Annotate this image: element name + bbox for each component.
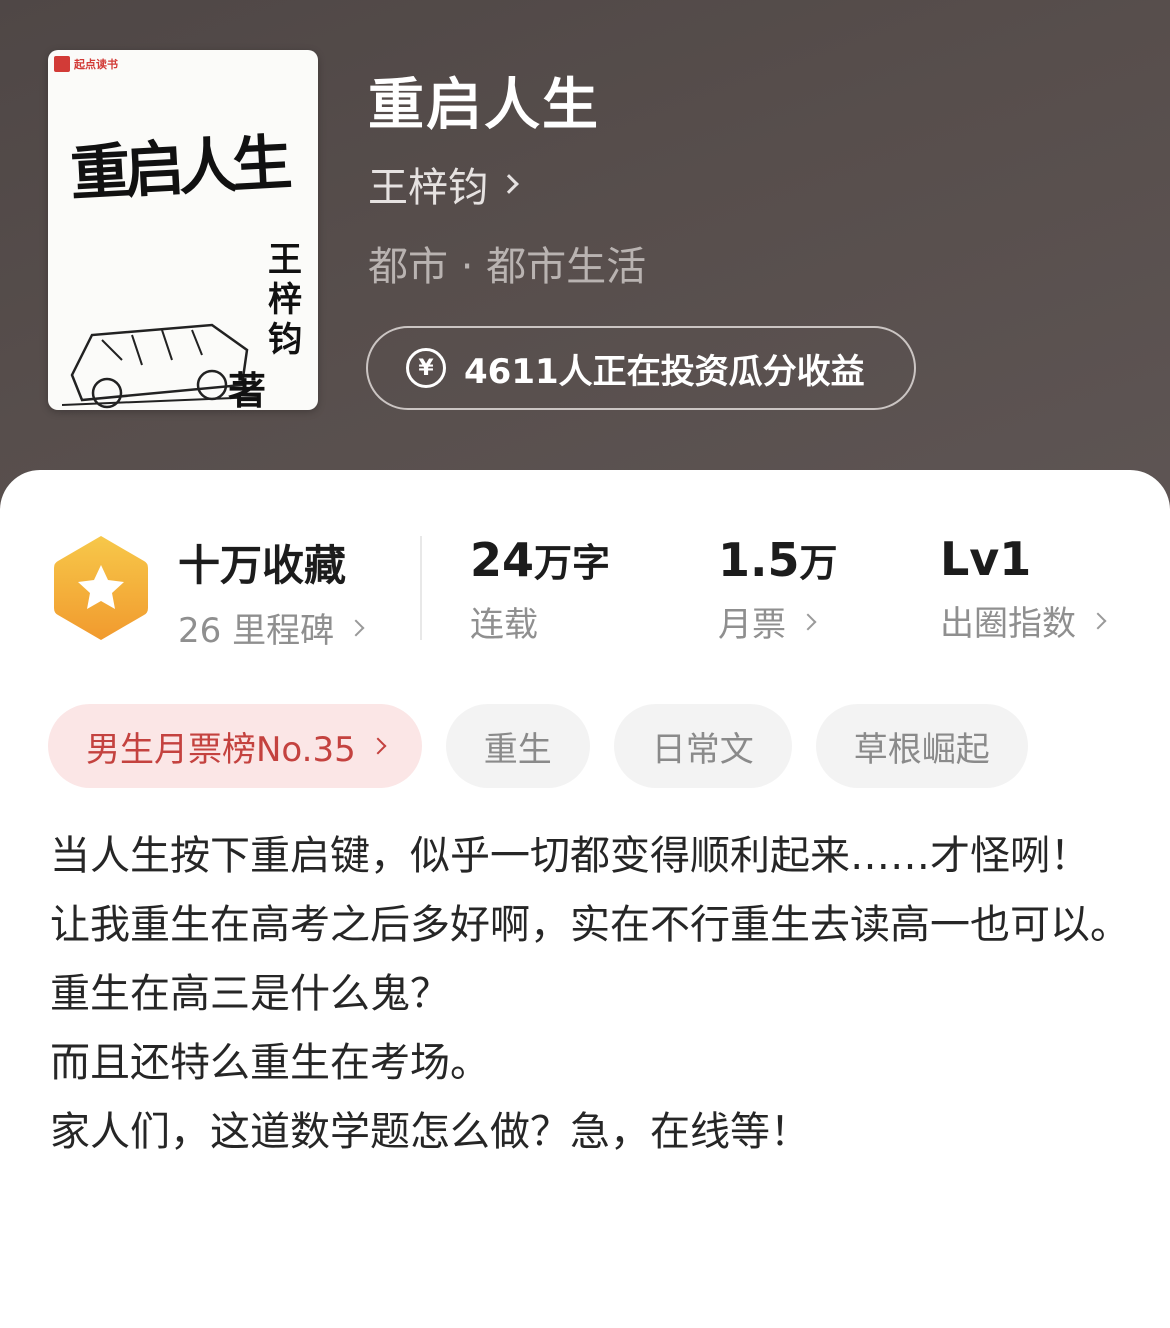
book-header: 起点读书 重启人生 王梓钧 著 重启人生 王梓钧 都市 · 都市生活 ¥ 461… (0, 0, 1170, 540)
word-count-stat: 24万字 连载 (470, 532, 610, 646)
synopsis-line: 家人们，这道数学题怎么做？急，在线等！ (50, 1109, 810, 1155)
synopsis-line: 当人生按下重启键，似乎一切都变得顺利起来……才怪咧！ (50, 833, 1090, 879)
rank-tag[interactable]: 男生月票榜No.35 (48, 704, 422, 788)
popularity-value: Lv1 (940, 532, 1032, 586)
star-badge-icon (54, 536, 148, 640)
chevron-right-icon (499, 174, 519, 194)
chevron-right-icon (347, 619, 365, 636)
popularity-label: 出圈指数 (940, 604, 1076, 644)
synopsis-line: 重生在高三是什么鬼？ (50, 971, 450, 1017)
monthly-ticket-value: 1.5 (718, 533, 800, 587)
word-count-unit: 万字 (534, 541, 611, 585)
invest-label: 4611人正在投资瓜分收益 (464, 351, 865, 392)
cover-suffix: 著 (228, 368, 267, 410)
rank-tag-label: 男生月票榜No.35 (86, 729, 356, 770)
tag-daily[interactable]: 日常文 (613, 704, 792, 788)
monthly-ticket-stat[interactable]: 1.5万 月票 (718, 532, 838, 646)
cover-author: 王梓钧 (268, 240, 302, 360)
book-cover[interactable]: 起点读书 重启人生 王梓钧 著 (48, 50, 318, 410)
tag-grassroots[interactable]: 草根崛起 (815, 704, 1028, 788)
monthly-ticket-label: 月票 (718, 605, 786, 645)
popularity-stat[interactable]: Lv1 出圈指数 (940, 532, 1107, 645)
chevron-right-icon (369, 737, 387, 755)
cover-brand: 起点读书 (54, 56, 118, 72)
chevron-right-icon (1089, 612, 1107, 629)
cover-title: 重启人生 (68, 128, 288, 210)
chevron-right-icon (799, 613, 817, 630)
tag-list: 男生月票榜No.35 重生 日常文 草根崛起 (48, 704, 1028, 788)
synopsis[interactable]: 当人生按下重启键，似乎一切都变得顺利起来……才怪咧！ 让我重生在高考之后多好啊，… (50, 822, 1130, 1167)
serial-status: 连载 (470, 605, 538, 645)
milestone-label: 26 里程碑 (178, 611, 335, 651)
qidian-logo-icon (54, 56, 70, 72)
collection-stat[interactable]: 十万收藏 26 里程碑 (178, 532, 365, 652)
synopsis-line: 而且还特么重生在考场。 (50, 1040, 490, 1086)
book-genre: 都市 · 都市生活 (368, 244, 647, 290)
word-count-value: 24 (470, 533, 535, 587)
book-info-card: 十万收藏 26 里程碑 24万字 连载 1.5万 月票 Lv1 出圈指数 男生月… (0, 470, 1170, 1328)
synopsis-line: 让我重生在高考之后多好啊，实在不行重生去读高一也可以。 (50, 902, 1130, 948)
book-title: 重启人生 (368, 73, 600, 138)
author-link[interactable]: 王梓钧 (368, 155, 519, 213)
collection-value: 十万收藏 (178, 541, 347, 590)
stat-divider (420, 536, 422, 640)
author-name: 王梓钧 (368, 165, 488, 211)
invest-button[interactable]: ¥ 4611人正在投资瓜分收益 (366, 326, 916, 410)
yen-circle-icon: ¥ (406, 348, 446, 388)
monthly-ticket-unit: 万 (799, 541, 838, 585)
tag-rebirth[interactable]: 重生 (445, 704, 590, 788)
